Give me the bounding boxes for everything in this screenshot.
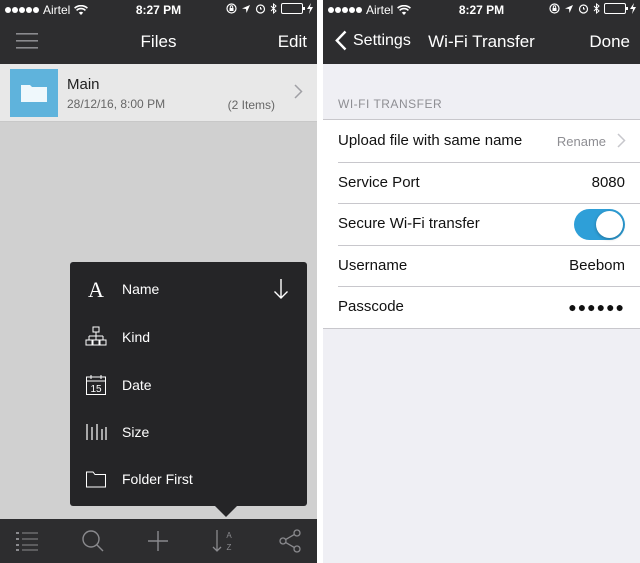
- username-row[interactable]: Username Beebom: [323, 244, 640, 287]
- wifi-navbar: Settings Wi-Fi Transfer Done: [323, 20, 640, 64]
- settings-table: Upload file with same name Rename Servic…: [323, 119, 640, 329]
- hierarchy-icon: [84, 325, 108, 349]
- folder-row[interactable]: Main 28/12/16, 8:00 PM (2 Items): [0, 64, 317, 122]
- folder-thumbnail: [10, 69, 58, 117]
- wifi-transfer-screen: Airtel 8:27 PM Settings Wi-Fi Transfer D…: [323, 0, 640, 563]
- page-title: Files: [140, 32, 177, 51]
- list-icon: [16, 532, 38, 551]
- status-bar: Airtel 8:27 PM: [0, 0, 317, 20]
- chevron-left-icon: [335, 30, 347, 51]
- upload-same-name-value: Rename: [556, 134, 606, 149]
- folder-name: Main: [67, 76, 100, 93]
- sort-option-date[interactable]: 15 Date: [70, 362, 307, 408]
- alarm-icon: [255, 4, 266, 14]
- svg-text:A: A: [226, 531, 232, 540]
- username-value: Beebom: [569, 256, 625, 274]
- sort-az-icon: AZ: [212, 530, 232, 552]
- bars-icon: [84, 420, 108, 444]
- calendar-icon: 15: [84, 373, 108, 397]
- location-icon: [242, 4, 250, 13]
- passcode-row[interactable]: Passcode ●●●●●●: [323, 286, 640, 328]
- charging-icon: [630, 3, 636, 14]
- charging-icon: [307, 3, 313, 14]
- bottom-toolbar: AZ: [0, 519, 317, 563]
- section-header: WI-FI TRANSFER: [338, 97, 443, 111]
- plus-icon: [148, 531, 168, 551]
- service-port-row[interactable]: Service Port 8080: [323, 161, 640, 204]
- passcode-value: ●●●●●●: [568, 299, 625, 315]
- list-view-button[interactable]: [13, 527, 41, 555]
- edit-button[interactable]: Edit: [278, 32, 307, 52]
- add-button[interactable]: [144, 527, 172, 555]
- folder-icon: [21, 85, 47, 102]
- folder-date: 28/12/16, 8:00 PM: [67, 97, 166, 111]
- sort-button[interactable]: AZ: [210, 527, 238, 555]
- chevron-right-icon: [617, 133, 626, 148]
- popover-pointer: [214, 505, 238, 517]
- svg-text:Z: Z: [227, 543, 232, 552]
- folder-icon: [84, 467, 108, 491]
- rotation-lock-icon: [549, 3, 560, 14]
- share-button[interactable]: [276, 527, 304, 555]
- sort-option-name[interactable]: A Name: [70, 266, 307, 312]
- status-bar: Airtel 8:27 PM: [323, 0, 640, 20]
- upload-same-name-row[interactable]: Upload file with same name Rename: [323, 120, 640, 162]
- folder-item-count: (2 Items): [227, 98, 275, 112]
- files-screen: Airtel 8:27 PM Files Edit Main 28/12/16,…: [0, 0, 317, 563]
- bluetooth-icon: [593, 3, 600, 14]
- letter-a-icon: A: [84, 277, 108, 301]
- service-port-value: 8080: [591, 173, 625, 191]
- calendar-day: 15: [90, 384, 102, 395]
- battery-icon: [604, 3, 628, 14]
- location-icon: [565, 4, 573, 13]
- secure-transfer-row: Secure Wi-Fi transfer: [323, 203, 640, 245]
- down-arrow-icon: [274, 279, 288, 299]
- sort-menu: A Name Kind 15 Date Size Folder First: [70, 262, 307, 506]
- share-icon: [279, 529, 301, 553]
- search-button[interactable]: [79, 527, 107, 555]
- svg-text:A: A: [88, 278, 104, 300]
- search-icon: [82, 530, 104, 552]
- rotation-lock-icon: [226, 3, 237, 14]
- done-button[interactable]: Done: [589, 32, 630, 52]
- secure-transfer-toggle[interactable]: [574, 209, 625, 240]
- sort-option-kind[interactable]: Kind: [70, 314, 307, 360]
- sort-option-size[interactable]: Size: [70, 409, 307, 455]
- page-title: Wi-Fi Transfer: [428, 32, 535, 51]
- battery-icon: [281, 3, 305, 14]
- alarm-icon: [578, 4, 589, 14]
- bluetooth-icon: [270, 3, 277, 14]
- sort-option-folder-first[interactable]: Folder First: [70, 456, 307, 502]
- files-navbar: Files Edit: [0, 20, 317, 64]
- chevron-right-icon: [294, 84, 303, 99]
